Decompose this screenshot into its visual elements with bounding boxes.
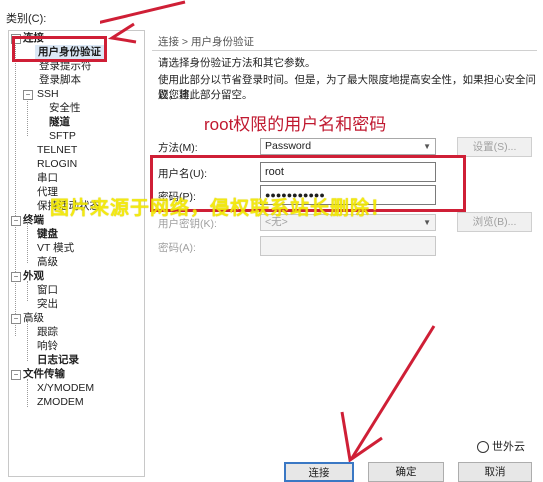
chevron-down-icon: ▼ <box>423 142 431 151</box>
tree-connector <box>27 281 28 301</box>
red-arrow-icon <box>100 0 186 44</box>
tree-item-keyboard[interactable]: 键盘 <box>37 227 58 241</box>
tree-item-bell[interactable]: 响铃 <box>37 339 58 353</box>
tree-connector <box>27 321 28 361</box>
red-arrow-icon <box>340 325 436 463</box>
tree-item-trace[interactable]: 跟踪 <box>37 325 58 339</box>
annotation-text: root权限的用户名和密码 <box>204 115 387 134</box>
collapse-toggle-icon[interactable]: − <box>11 272 21 282</box>
cancel-button[interactable]: 取消 <box>458 462 532 482</box>
tree-item-window[interactable]: 窗口 <box>37 283 58 297</box>
site-logo: 世外云 <box>473 437 529 455</box>
highlight-box-tree <box>12 36 107 62</box>
tree-item-tunnel[interactable]: 隧道 <box>49 115 70 129</box>
tree-item-terminal-advanced[interactable]: 高级 <box>37 255 58 269</box>
tree-item-ssh[interactable]: SSH <box>37 87 59 101</box>
description-line-1: 请选择身份验证方法和其它参数。 <box>158 57 316 69</box>
tree-connector <box>27 379 28 407</box>
description-line-2b: 议您将此部分留空。 <box>158 89 253 101</box>
browse-button[interactable]: 浏览(B)... <box>457 212 532 232</box>
passphrase-label: 密码(A): <box>158 242 196 254</box>
tree-item-file-transfer[interactable]: 文件传输 <box>23 367 65 381</box>
logo-text: 世外云 <box>492 441 525 453</box>
tree-item-login-script[interactable]: 登录脚本 <box>39 73 81 87</box>
collapse-toggle-icon[interactable]: − <box>11 370 21 380</box>
tree-connector <box>27 223 28 263</box>
chevron-down-icon: ▼ <box>423 218 431 227</box>
method-select-value: Password <box>265 140 312 152</box>
collapse-toggle-icon[interactable]: − <box>11 216 21 226</box>
connect-button[interactable]: 连接 <box>284 462 354 482</box>
collapse-toggle-icon[interactable]: − <box>23 90 33 100</box>
tree-item-logging[interactable]: 日志记录 <box>37 353 79 367</box>
tree-item-appearance[interactable]: 外观 <box>23 269 44 283</box>
method-select[interactable]: Password ▼ <box>260 138 436 155</box>
watermark-text: 图片来源于网络，侵权联系站长删除！ <box>50 198 391 219</box>
tree-item-vt-mode[interactable]: VT 模式 <box>37 241 74 255</box>
category-tree[interactable]: − 连接 用户身份验证 登录提示符 登录脚本 − SSH 安全性 隧道 SFTP… <box>8 30 145 477</box>
passphrase-input[interactable] <box>260 236 436 256</box>
tree-item-zmodem[interactable]: ZMODEM <box>37 395 84 409</box>
tree-item-xymodem[interactable]: X/YMODEM <box>37 381 94 395</box>
tree-item-advanced[interactable]: 高级 <box>23 311 44 325</box>
divider <box>152 50 537 51</box>
ok-button[interactable]: 确定 <box>368 462 444 482</box>
tree-item-highlight[interactable]: 突出 <box>37 297 58 311</box>
category-label: 类别(C): <box>6 13 47 25</box>
tree-item-serial[interactable]: 串口 <box>37 171 58 185</box>
tree-item-rlogin[interactable]: RLOGIN <box>37 157 77 171</box>
tree-connector <box>15 41 16 336</box>
tree-item-telnet[interactable]: TELNET <box>37 143 77 157</box>
tree-item-terminal[interactable]: 终端 <box>23 213 44 227</box>
tree-item-security[interactable]: 安全性 <box>49 101 81 115</box>
collapse-toggle-icon[interactable]: − <box>11 314 21 324</box>
logo-icon <box>477 441 489 453</box>
settings-button[interactable]: 设置(S)... <box>457 137 532 157</box>
method-label: 方法(M): <box>158 142 198 154</box>
tree-item-sftp[interactable]: SFTP <box>49 129 76 143</box>
